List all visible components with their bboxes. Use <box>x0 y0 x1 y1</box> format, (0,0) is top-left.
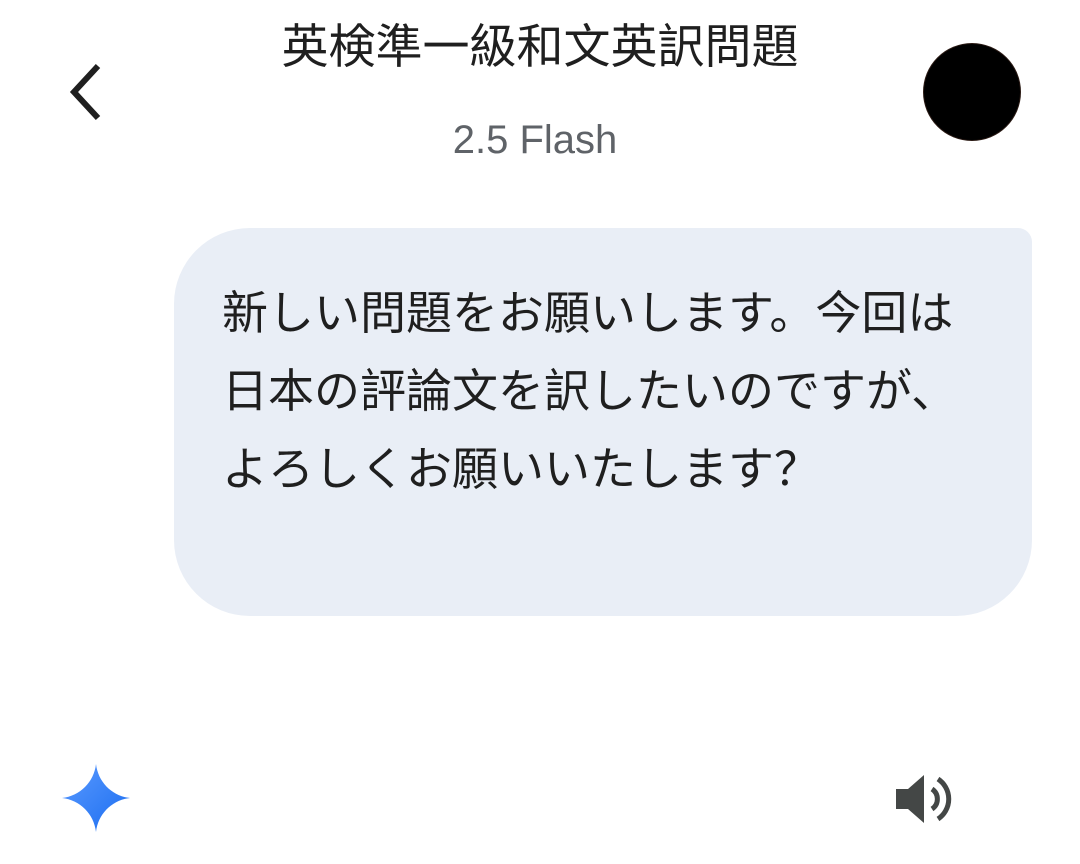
app-header: 英検準一級和文英訳問題 2.5 Flash <box>0 0 1080 190</box>
avatar[interactable] <box>924 44 1020 140</box>
speaker-icon <box>896 775 952 823</box>
model-selector[interactable]: 2.5 Flash <box>330 116 740 164</box>
user-message-text: 新しい問題をお願いします。今回は日本の評論文を訳したいのですが、よろしくお願いい… <box>222 286 958 496</box>
chevron-left-icon <box>69 63 101 121</box>
gemini-sparkle-icon <box>62 764 130 832</box>
user-message-bubble: 新しい問題をお願いします。今回は日本の評論文を訳したいのですが、よろしくお願いい… <box>174 228 1032 616</box>
read-aloud-button[interactable] <box>890 766 956 832</box>
back-button[interactable] <box>48 52 124 132</box>
page-title: 英検準一級和文英訳問題 <box>281 20 799 75</box>
